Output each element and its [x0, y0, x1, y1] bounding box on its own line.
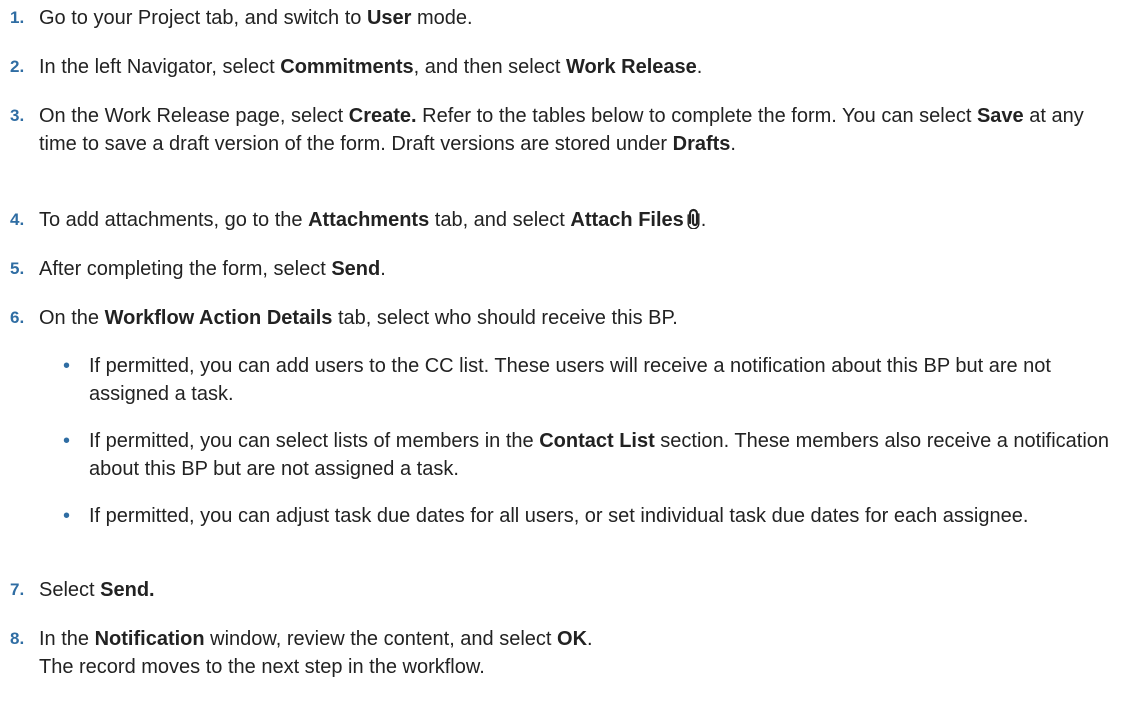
- bullet-text: If permitted, you can add users to the C…: [89, 352, 1114, 408]
- text-segment: .: [380, 258, 386, 280]
- bullet-text: If permitted, you can select lists of me…: [89, 427, 1114, 483]
- text-segment: If permitted, you can add users to the C…: [89, 355, 1051, 405]
- step-number: 2.: [10, 57, 25, 76]
- ui-term-attach-files: Attach Files: [570, 209, 684, 231]
- text-segment: .: [700, 209, 707, 231]
- text-segment: To add attachments, go to the: [39, 209, 309, 231]
- step-text: Select Send.: [39, 576, 1124, 604]
- text-segment: If permitted, you can select lists of me…: [89, 430, 540, 452]
- bullet-marker: •: [63, 430, 71, 452]
- step-number: 1.: [10, 8, 25, 27]
- bullet-marker: •: [63, 355, 71, 377]
- text-segment: .: [587, 628, 593, 650]
- step-text: After completing the form, select Send.: [39, 255, 1124, 283]
- text-segment: In the: [39, 628, 95, 650]
- paperclip-icon: [686, 208, 701, 230]
- text-segment: On the Work Release page, select: [39, 105, 349, 127]
- ui-term-contact-list: Contact List: [539, 430, 655, 452]
- ui-term-ok: OK: [557, 628, 588, 650]
- text-segment: If permitted, you can adjust task due da…: [89, 505, 1029, 527]
- step-result-text: The record moves to the next step in the…: [39, 656, 485, 678]
- text-segment: .: [696, 56, 703, 78]
- bullet-marker: •: [63, 505, 71, 527]
- ui-term-workflow-action-details: Workflow Action Details: [104, 307, 333, 329]
- ui-term-commitments: Commitments: [280, 56, 414, 78]
- step-number: 7.: [10, 580, 25, 599]
- text-segment: In the left Navigator, select: [39, 56, 281, 78]
- ui-term-save: Save: [976, 105, 1024, 127]
- text-segment: Select: [39, 579, 101, 601]
- step-number: 6.: [10, 308, 25, 327]
- text-segment: window, review the content, and select: [204, 628, 558, 650]
- ui-term-user: User: [366, 7, 412, 29]
- step-number: 4.: [10, 210, 25, 229]
- text-segment: Refer to the tables below to complete th…: [416, 105, 977, 127]
- text-segment: Go to your Project tab, and switch to: [39, 7, 367, 29]
- text-segment: On the: [39, 307, 105, 329]
- ui-term-send: Send: [331, 258, 381, 280]
- step-number: 3.: [10, 106, 25, 125]
- ui-term-attachments: Attachments: [308, 209, 430, 231]
- text-segment: tab, and select: [429, 209, 571, 231]
- bullet-text: If permitted, you can adjust task due da…: [89, 502, 1114, 530]
- step-text: On the Workflow Action Details tab, sele…: [39, 304, 1124, 332]
- ui-term-send: Send.: [100, 579, 155, 601]
- text-segment: , and then select: [413, 56, 566, 78]
- text-segment: mode.: [411, 7, 473, 29]
- ui-term-create: Create.: [348, 105, 417, 127]
- text-segment: .: [730, 133, 736, 155]
- step-text: In the Notification window, review the c…: [39, 625, 1124, 681]
- step-text: To add attachments, go to the Attachment…: [39, 206, 1124, 234]
- ui-term-drafts: Drafts: [672, 133, 731, 155]
- step-number: 8.: [10, 629, 25, 648]
- step-text: Go to your Project tab, and switch to Us…: [39, 4, 1124, 32]
- ui-term-notification: Notification: [94, 628, 205, 650]
- step-text: On the Work Release page, select Create.…: [39, 102, 1124, 158]
- text-segment: After completing the form, select: [39, 258, 332, 280]
- step-text: In the left Navigator, select Commitment…: [39, 53, 1124, 81]
- ui-term-work-release: Work Release: [565, 56, 697, 78]
- text-segment: tab, select who should receive this BP.: [332, 307, 678, 329]
- step-number: 5.: [10, 259, 25, 278]
